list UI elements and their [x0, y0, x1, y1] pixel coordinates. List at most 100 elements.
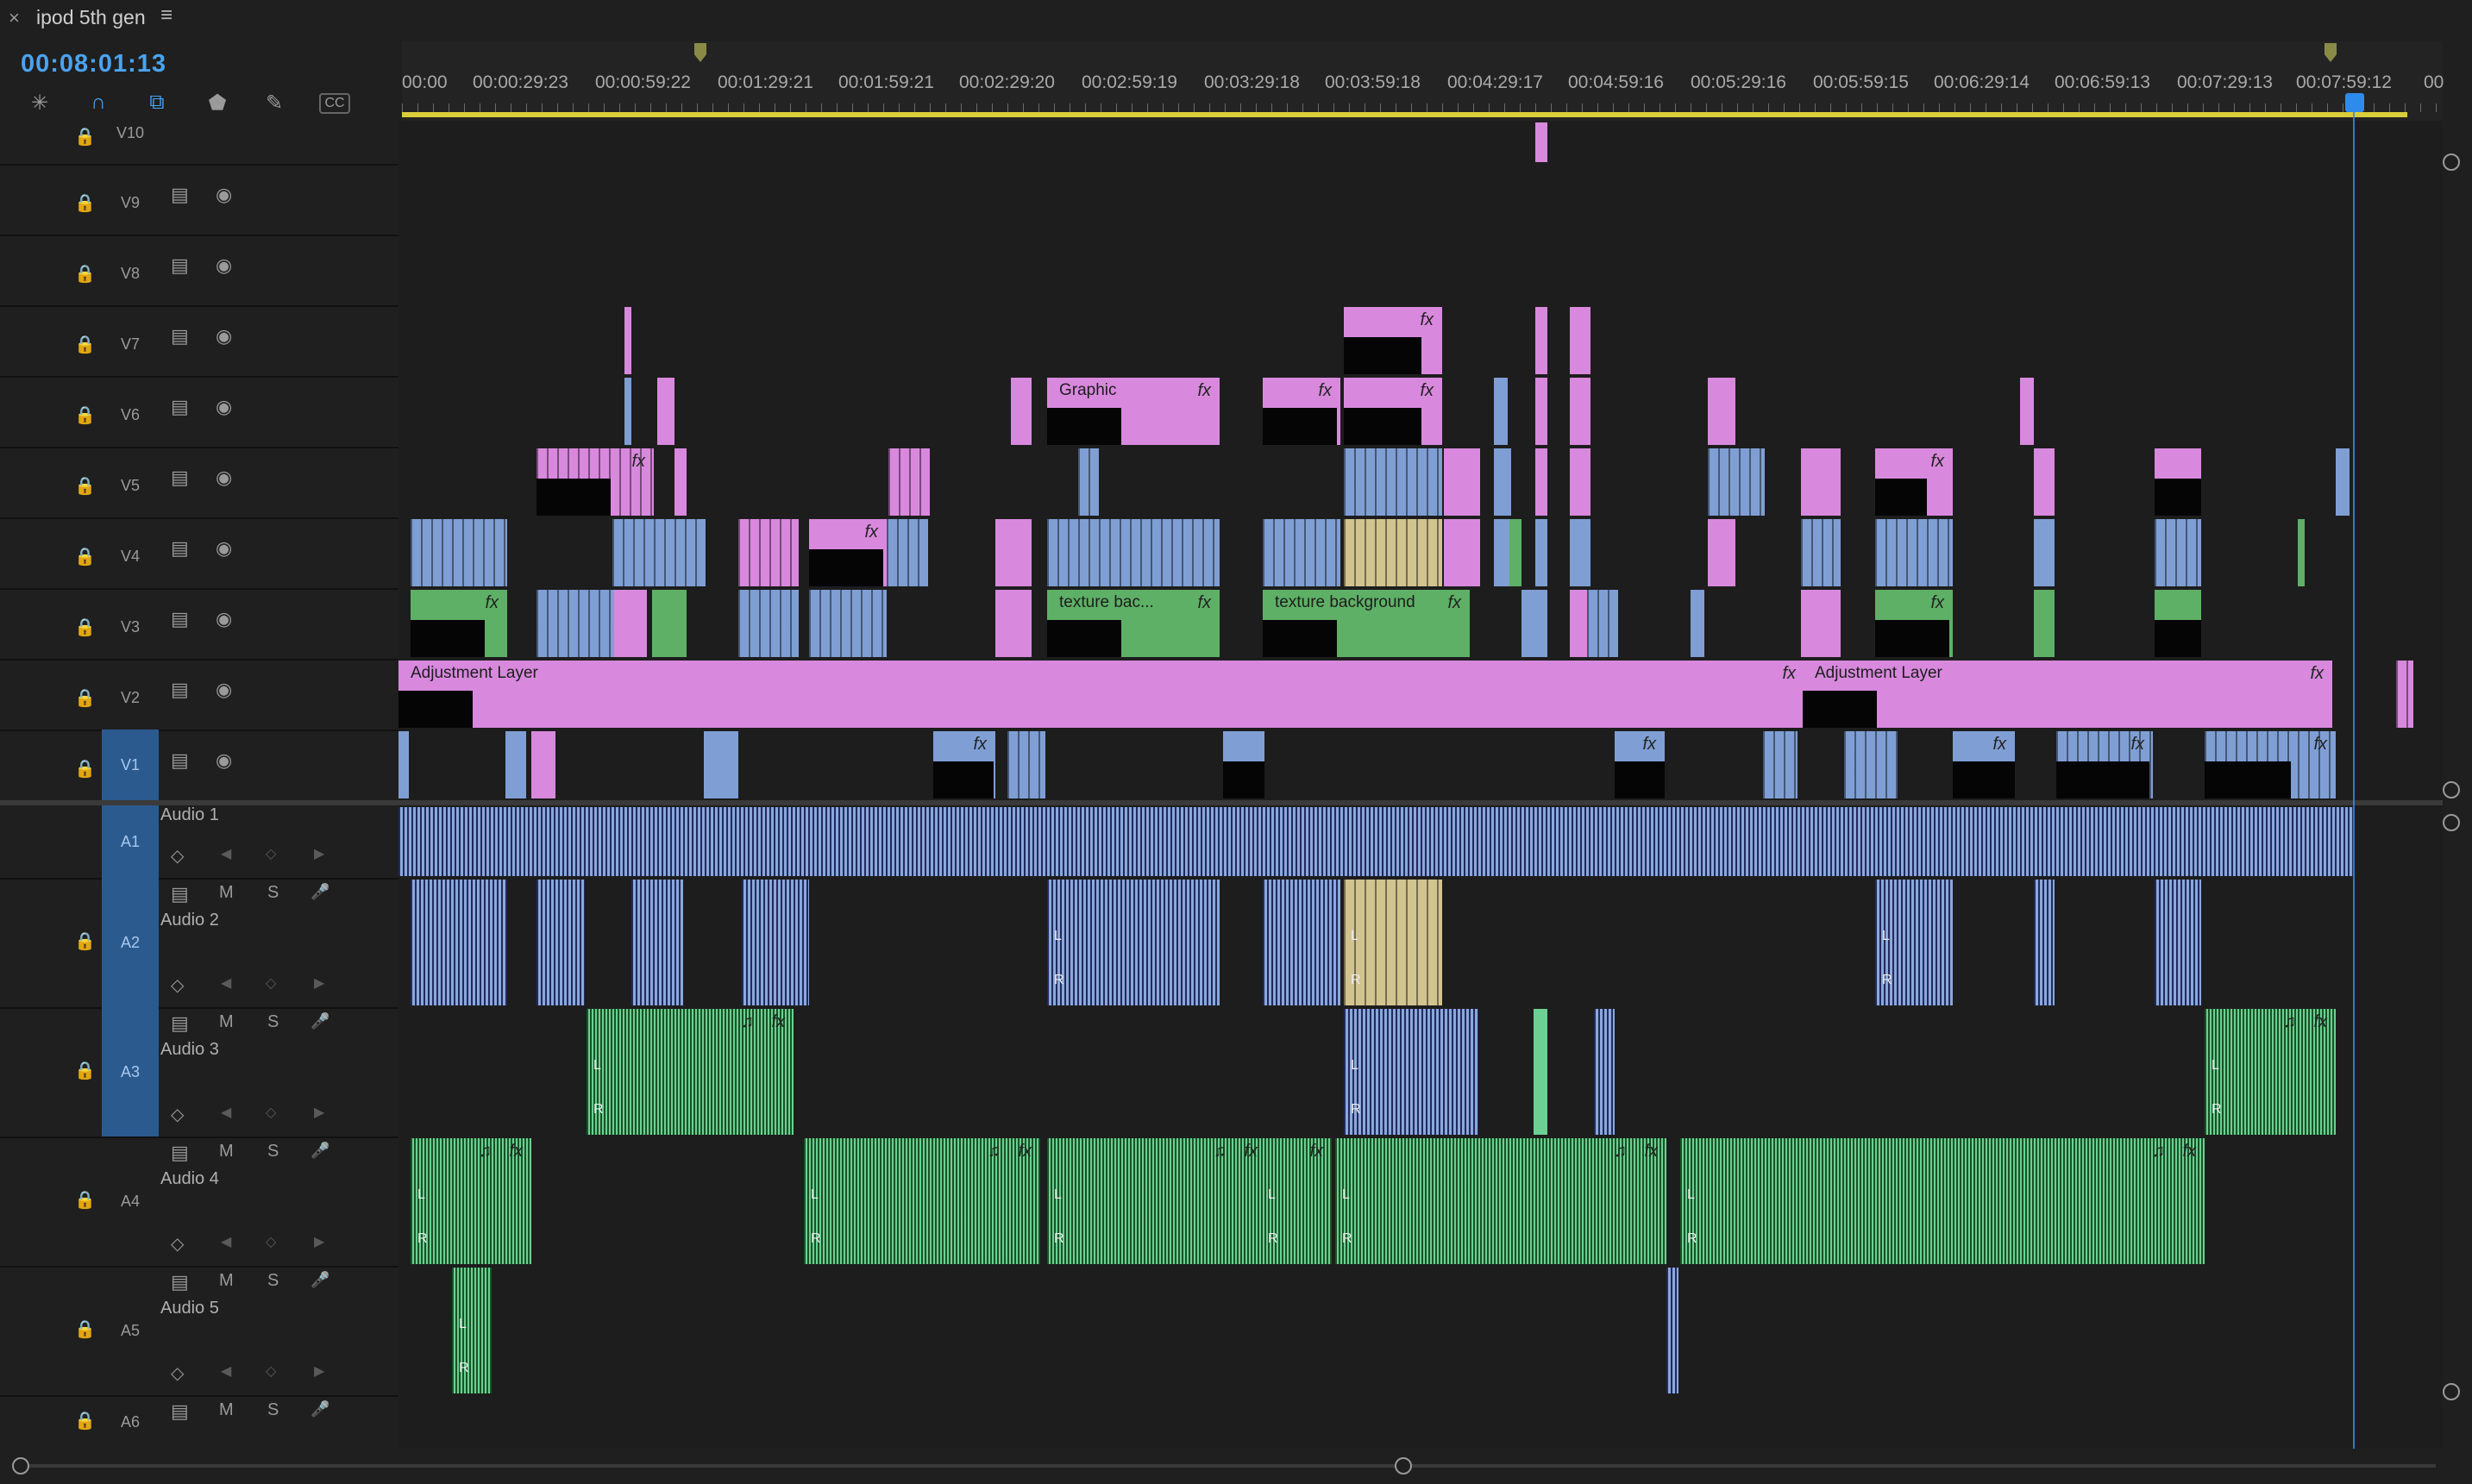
audio-clip[interactable] — [2155, 880, 2201, 1005]
clip[interactable]: fx — [536, 448, 654, 516]
next-keyframe-icon[interactable]: ▶ — [314, 1104, 324, 1121]
clip[interactable] — [1587, 590, 1618, 657]
clip[interactable] — [1535, 307, 1547, 374]
audio-clip[interactable]: LR — [1344, 880, 1442, 1005]
lock-icon[interactable]: 🔒 — [74, 758, 96, 780]
fx-badge[interactable]: fx — [1197, 593, 1211, 613]
audio-clip[interactable] — [2034, 880, 2055, 1005]
audio-clip[interactable] — [631, 880, 683, 1005]
lock-icon[interactable]: 🔒 — [74, 1410, 96, 1431]
clip[interactable] — [995, 519, 1032, 586]
clip[interactable] — [1535, 378, 1547, 445]
eye-icon[interactable]: ◉ — [216, 679, 232, 701]
lock-icon[interactable]: 🔒 — [74, 1189, 96, 1211]
track-name-a4[interactable]: A4 — [102, 1193, 159, 1211]
audio-clip[interactable]: ♫ fx L R — [1680, 1138, 2205, 1264]
wrench-icon[interactable]: ✎ — [260, 90, 288, 116]
track-name-v4[interactable]: V4 — [102, 548, 159, 566]
audio-clip[interactable]: LR — [1875, 880, 1953, 1005]
clip[interactable] — [2155, 448, 2201, 516]
clip[interactable] — [674, 448, 687, 516]
fx-badge[interactable]: fx — [864, 523, 878, 542]
lock-icon[interactable]: 🔒 — [74, 687, 96, 709]
clip[interactable] — [1535, 122, 1547, 162]
add-keyframe-icon[interactable]: ◇ — [266, 974, 276, 992]
clip[interactable] — [1708, 519, 1735, 586]
track-label[interactable]: Audio 4 — [160, 1169, 219, 1189]
eye-icon[interactable]: ◉ — [216, 184, 232, 206]
track-name-a2[interactable]: A2 — [102, 878, 159, 1007]
add-keyframe-icon[interactable]: ◇ — [266, 1233, 276, 1250]
audio-clip[interactable]: LR — [1344, 1009, 1478, 1135]
audio-clip[interactable]: LR — [452, 1268, 492, 1393]
fx-badge[interactable]: fx — [1197, 381, 1211, 401]
voiceover-mic-icon[interactable]: 🎤 — [311, 883, 329, 901]
panel-menu-icon[interactable]: ≡ — [160, 3, 173, 28]
fx-badge[interactable]: fx — [1930, 593, 1944, 613]
clip[interactable]: fx — [411, 590, 507, 657]
fx-badge[interactable]: fx — [1642, 735, 1656, 755]
voiceover-mic-icon[interactable]: 🎤 — [311, 1142, 329, 1160]
track-name-v10[interactable]: V10 — [102, 124, 159, 142]
clip[interactable] — [1535, 448, 1547, 516]
add-marker-icon[interactable]: ⬟ — [204, 90, 231, 116]
clip[interactable] — [738, 519, 799, 586]
linked-selection-icon[interactable]: ⧉ — [143, 90, 171, 116]
clip[interactable] — [1494, 448, 1511, 516]
lock-icon[interactable]: 🔒 — [74, 930, 96, 952]
clip[interactable] — [531, 731, 555, 798]
eye-icon[interactable]: ◉ — [216, 537, 232, 560]
clip[interactable] — [1444, 519, 1480, 586]
clip[interactable] — [2034, 590, 2055, 657]
clip[interactable] — [1801, 519, 1841, 586]
audio-clip[interactable]: fx L R — [1261, 1138, 1332, 1264]
keyframe-icon[interactable]: ◇ — [171, 1104, 184, 1125]
audio-clip[interactable]: ♫ fx L R — [587, 1009, 794, 1135]
clip[interactable] — [1763, 731, 1798, 798]
keyframe-icon[interactable]: ◇ — [171, 1362, 184, 1384]
mute-button[interactable]: M — [219, 1271, 234, 1291]
clip[interactable] — [411, 519, 507, 586]
prev-keyframe-icon[interactable]: ◀ — [221, 1233, 231, 1250]
keyframe-icon[interactable]: ◇ — [171, 1233, 184, 1255]
keyframe-icon[interactable]: ◇ — [171, 974, 184, 996]
fx-badge[interactable]: fx — [1782, 664, 1796, 684]
audio-zoom-handle-bottom[interactable] — [2443, 1383, 2460, 1400]
audio-clip[interactable] — [742, 880, 809, 1005]
clip[interactable] — [1801, 448, 1841, 516]
sync-lock-icon[interactable]: ▤ — [171, 254, 189, 277]
solo-button[interactable]: S — [267, 1271, 279, 1291]
clip[interactable]: fx — [1875, 590, 1953, 657]
add-keyframe-icon[interactable]: ◇ — [266, 1104, 276, 1121]
fx-badge[interactable]: fx — [1930, 452, 1944, 472]
clip[interactable] — [505, 731, 526, 798]
clip[interactable] — [2155, 519, 2201, 586]
fx-badge[interactable]: fx — [2310, 664, 2324, 684]
clip[interactable] — [1011, 378, 1032, 445]
clip[interactable]: Adjustment Layer fx — [1803, 661, 2332, 728]
clip[interactable] — [624, 378, 631, 445]
fx-badge[interactable]: fx — [1318, 381, 1332, 401]
fx-badge[interactable]: fx — [2130, 735, 2144, 755]
zoom-handle-right[interactable] — [1395, 1457, 1412, 1475]
track-name-a5[interactable]: A5 — [102, 1322, 159, 1340]
audio-clip[interactable]: ♫ fx L R — [1047, 1138, 1266, 1264]
clip[interactable] — [1007, 731, 1045, 798]
audio-clip[interactable]: LR — [1047, 880, 1220, 1005]
clip[interactable] — [652, 590, 687, 657]
clip[interactable]: fx — [1615, 731, 1665, 798]
clip[interactable]: fx — [1344, 378, 1442, 445]
fx-badge[interactable]: fx — [1447, 593, 1461, 613]
clip[interactable] — [704, 731, 738, 798]
sync-lock-icon[interactable]: ▤ — [171, 679, 189, 701]
clip[interactable] — [1494, 378, 1508, 445]
fx-badge[interactable]: fx — [1420, 381, 1434, 401]
audio-clip[interactable] — [1263, 880, 1340, 1005]
eye-icon[interactable]: ◉ — [216, 396, 232, 418]
close-tab-icon[interactable]: × — [9, 7, 20, 29]
fx-badge[interactable]: fx — [1644, 1142, 1658, 1162]
clip[interactable] — [1047, 519, 1220, 586]
mute-button[interactable]: M — [219, 1400, 234, 1420]
track-name-v8[interactable]: V8 — [102, 265, 159, 283]
fx-badge[interactable]: fx — [631, 452, 645, 472]
